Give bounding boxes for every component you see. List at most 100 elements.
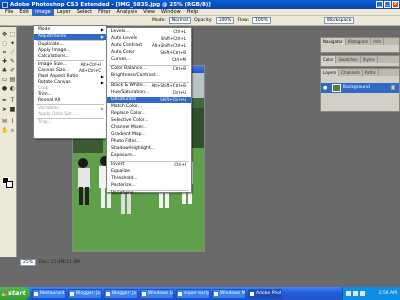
volume-icon[interactable] bbox=[353, 291, 358, 296]
menu-help[interactable]: Help bbox=[184, 9, 201, 16]
taskbar-item[interactable]: Windows Li... bbox=[140, 288, 174, 299]
adjustments-item-match-color[interactable]: Match Color... bbox=[107, 104, 191, 110]
adjustments-item-variations[interactable]: Variations... bbox=[107, 191, 191, 197]
adjustments-item-selective-color[interactable]: Selective Color... bbox=[107, 118, 191, 124]
menu-filter[interactable]: Filter bbox=[95, 9, 113, 16]
tab-histogram[interactable]: Histogram bbox=[346, 38, 372, 45]
panel-dock: Navigator Histogram Info Color Swatches … bbox=[318, 27, 400, 257]
healing-brush-tool-icon[interactable]: ✚ bbox=[1, 58, 8, 65]
image-menu-item-calculations[interactable]: Calculations... bbox=[34, 54, 106, 60]
adjustments-item-replace-color[interactable]: Replace Color... bbox=[107, 111, 191, 117]
brush-tool-icon[interactable]: ✎ bbox=[9, 58, 16, 65]
shape-tool-icon[interactable]: ■ bbox=[9, 106, 16, 113]
background-color-swatch[interactable] bbox=[6, 181, 13, 188]
adjustments-item-auto-contrast[interactable]: Auto Contrast Alt+Shift+Ctrl+L bbox=[107, 43, 191, 49]
eye-icon[interactable]: ● bbox=[323, 85, 329, 91]
menu-select[interactable]: Select bbox=[74, 9, 95, 16]
menu-item-label: Reveal All bbox=[38, 98, 61, 103]
network-icon[interactable] bbox=[346, 291, 351, 296]
minimize-button[interactable]: _ bbox=[376, 1, 383, 8]
taskbar-item[interactable]: Restaurant... bbox=[32, 288, 66, 299]
type-tool-icon[interactable]: T bbox=[9, 97, 16, 104]
adjustments-item-photo-filter[interactable]: Photo Filter... bbox=[107, 139, 191, 145]
adjustments-item-levels[interactable]: Levels... Ctrl+L bbox=[107, 29, 191, 35]
clone-stamp-tool-icon[interactable]: ♣ bbox=[1, 67, 8, 74]
adjustments-item-shadow-highlight[interactable]: Shadow/Highlight... bbox=[107, 146, 191, 152]
eraser-tool-icon[interactable]: ▭ bbox=[1, 76, 8, 83]
adjustments-item-auto-levels[interactable]: Auto Levels Shift+Ctrl+L bbox=[107, 36, 191, 42]
tab-channels[interactable]: Channels bbox=[339, 69, 363, 76]
menu-analysis[interactable]: Analysis bbox=[114, 9, 141, 16]
image-menu-item-trap[interactable]: Trap... bbox=[34, 120, 106, 126]
tab-layers[interactable]: Layers bbox=[321, 69, 340, 76]
history-brush-tool-icon[interactable]: ✐ bbox=[9, 67, 16, 74]
magic-wand-tool-icon[interactable]: ✦ bbox=[9, 40, 16, 47]
menu-item-label: Rotate Canvas bbox=[38, 80, 71, 85]
zoom-level[interactable]: 25% bbox=[20, 259, 37, 266]
close-button[interactable]: × bbox=[392, 1, 399, 8]
taskbar-item[interactable]: Blogger: Ju... bbox=[104, 288, 138, 299]
opacity-input[interactable]: 100% bbox=[215, 17, 235, 24]
adjustments-item-threshold[interactable]: Threshold... bbox=[107, 176, 191, 182]
start-button[interactable]: start bbox=[0, 287, 30, 300]
tab-styles[interactable]: Styles bbox=[361, 56, 378, 63]
menu-view[interactable]: View bbox=[140, 9, 158, 16]
mode-select[interactable]: Normal bbox=[168, 17, 192, 24]
adjustments-item-exposure[interactable]: Exposure... bbox=[107, 153, 191, 159]
menu-item-label: Pixel Aspect Ratio bbox=[38, 74, 79, 79]
menu-file[interactable]: File bbox=[2, 9, 16, 16]
menu-window[interactable]: Window bbox=[158, 9, 184, 16]
layer-row-background[interactable]: ● Background bbox=[321, 83, 399, 93]
tab-paths[interactable]: Paths bbox=[363, 69, 379, 76]
adjustments-item-desaturate[interactable]: Desaturate Shift+Ctrl+U bbox=[107, 97, 191, 103]
taskbar-item[interactable]: Blogger: Ju... bbox=[68, 288, 102, 299]
image-menu-item-adjustments[interactable]: Adjustments ▶ bbox=[34, 34, 106, 40]
lasso-tool-icon[interactable]: ◌ bbox=[1, 40, 8, 47]
adjustments-item-auto-color[interactable]: Auto Color Shift+Ctrl+B bbox=[107, 50, 191, 56]
tab-navigator[interactable]: Navigator bbox=[321, 38, 346, 45]
blur-tool-icon[interactable]: ● bbox=[1, 85, 8, 92]
adjustments-item-equalize[interactable]: Equalize bbox=[107, 169, 191, 175]
taskbar-item[interactable]: super early bbox=[176, 288, 210, 299]
adjustments-item-hue-saturation[interactable]: Hue/Saturation... Ctrl+U bbox=[107, 90, 191, 96]
gradient-tool-icon[interactable]: ▤ bbox=[9, 76, 16, 83]
adjustments-item-channel-mixer[interactable]: Channel Mixer... bbox=[107, 125, 191, 131]
menu-image[interactable]: Image bbox=[32, 8, 54, 16]
adjustments-item-color-balance[interactable]: Color Balance... Ctrl+B bbox=[107, 66, 191, 72]
crop-tool-icon[interactable]: ⌗ bbox=[1, 49, 8, 56]
taskbar-item[interactable]: Adobe Phot... bbox=[248, 288, 282, 299]
maximize-button[interactable]: □ bbox=[384, 1, 391, 8]
path-selection-tool-icon[interactable]: ➤ bbox=[1, 106, 8, 113]
flow-input[interactable]: 100% bbox=[252, 17, 271, 24]
tab-info[interactable]: Info bbox=[371, 38, 384, 45]
image-menu-item-mode[interactable]: Mode ▶ bbox=[34, 27, 106, 33]
menu-item-label: Invert bbox=[111, 162, 125, 167]
image-menu-item-apply-data-set[interactable]: Apply Data Set... bbox=[34, 112, 106, 118]
tab-swatches[interactable]: Swatches bbox=[336, 56, 361, 63]
image-menu-item-reveal-all[interactable]: Reveal All bbox=[34, 98, 106, 104]
submenu-arrow-icon: ▶ bbox=[100, 34, 104, 39]
taskbar-item[interactable]: Windows M... bbox=[212, 288, 246, 299]
adjustments-item-curves[interactable]: Curves... Ctrl+M bbox=[107, 57, 191, 63]
workspace-button[interactable]: Workspace bbox=[323, 17, 355, 24]
adjustments-item-invert[interactable]: Invert Ctrl+I bbox=[107, 162, 191, 168]
taskbar-item-label: Adobe Phot... bbox=[256, 290, 282, 296]
menu-layer[interactable]: Layer bbox=[54, 9, 74, 16]
dodge-tool-icon[interactable]: ◐ bbox=[9, 85, 16, 92]
adjustments-item-posterize[interactable]: Posterize... bbox=[107, 183, 191, 189]
slice-tool-icon[interactable]: ⟋ bbox=[9, 49, 16, 56]
adjustments-item-brightness-contrast[interactable]: Brightness/Contrast... bbox=[107, 73, 191, 79]
notes-tool-icon[interactable]: ✉ bbox=[1, 118, 8, 125]
tab-color[interactable]: Color bbox=[321, 56, 337, 63]
menu-item-label: Shadow/Highlight... bbox=[111, 146, 155, 151]
pen-tool-icon[interactable]: ✒ bbox=[1, 97, 8, 104]
menu-edit[interactable]: Edit bbox=[16, 9, 32, 16]
adjustments-item-black-white[interactable]: Black & White... Alt+Shift+Ctrl+B bbox=[107, 83, 191, 89]
security-icon[interactable] bbox=[360, 291, 365, 296]
adjustments-item-gradient-map[interactable]: Gradient Map... bbox=[107, 132, 191, 138]
move-tool-icon[interactable]: ✥ bbox=[1, 31, 8, 38]
hand-tool-icon[interactable]: ✋ bbox=[1, 127, 8, 134]
eyedropper-tool-icon[interactable]: ⌇ bbox=[9, 118, 16, 125]
zoom-tool-icon[interactable]: ⌕ bbox=[9, 127, 16, 134]
marquee-tool-icon[interactable]: ⬚ bbox=[9, 31, 16, 38]
